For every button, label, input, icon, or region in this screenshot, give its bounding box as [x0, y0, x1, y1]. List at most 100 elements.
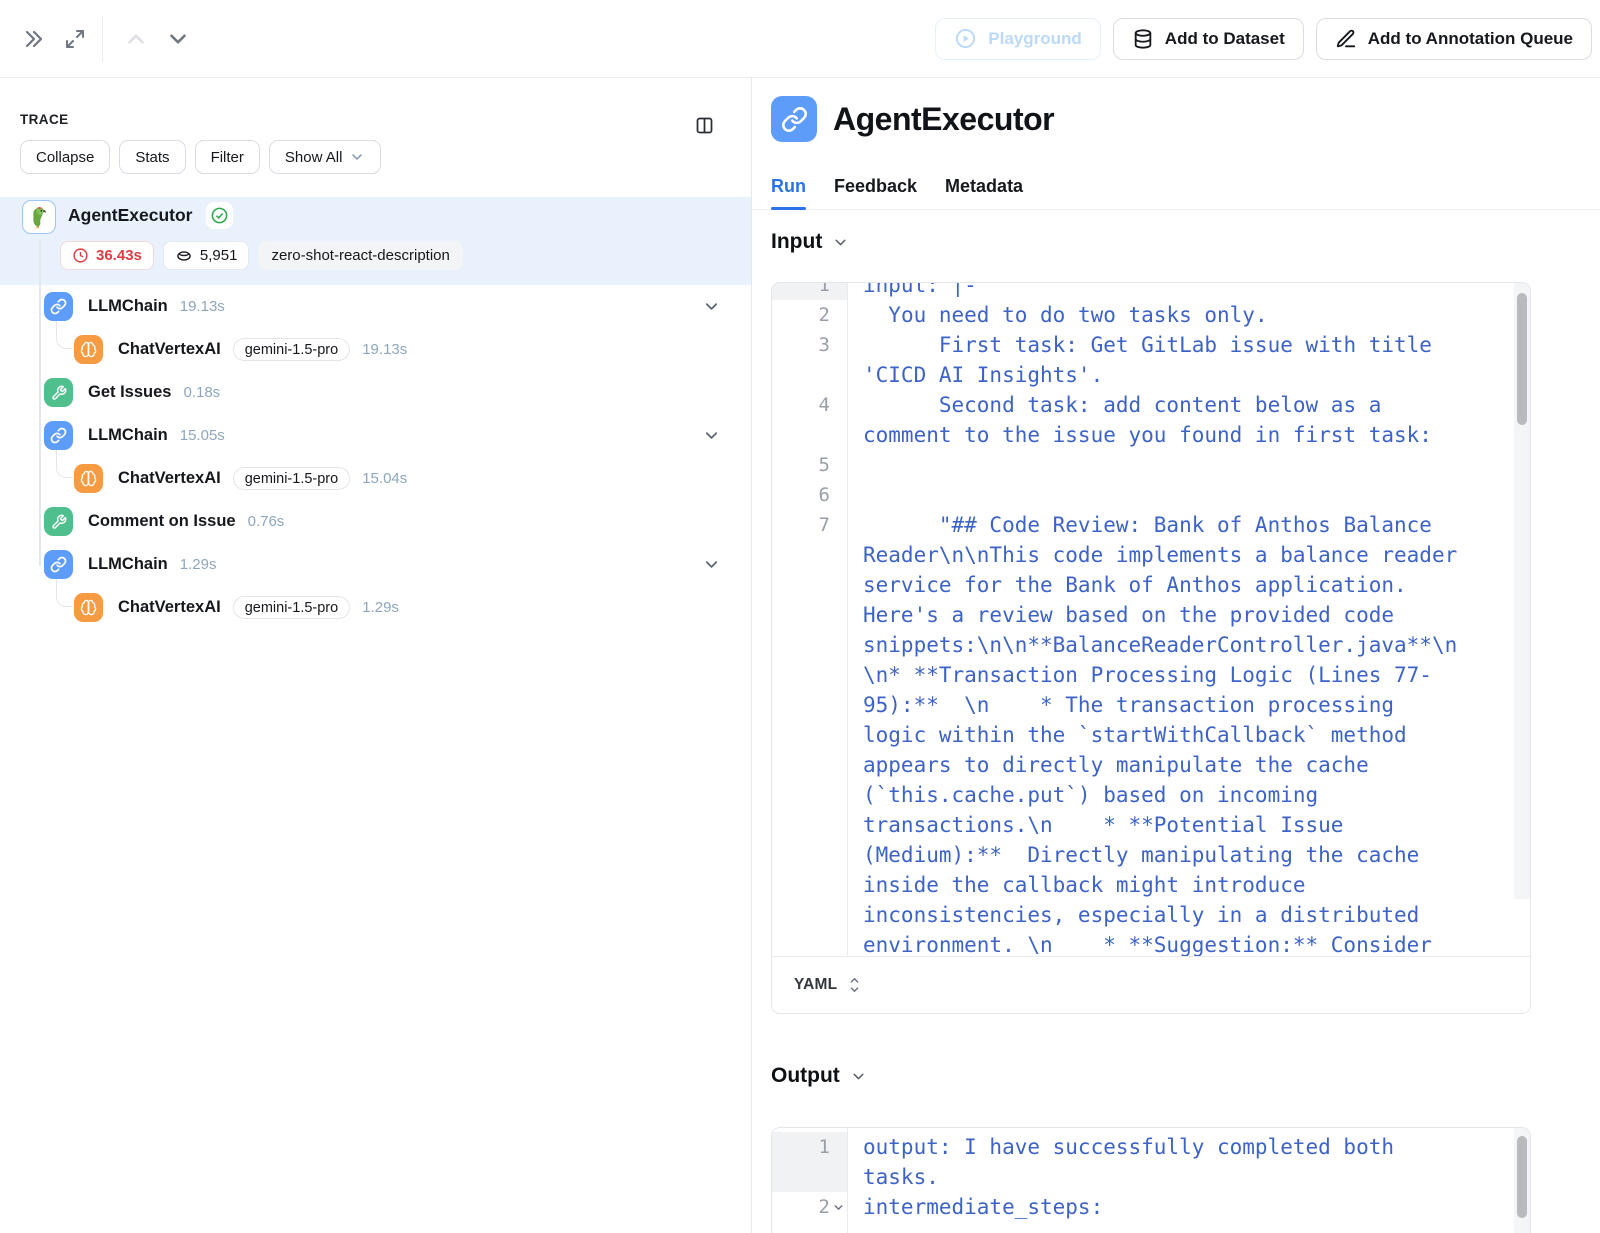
- line-number: 4: [772, 390, 847, 450]
- trace-row-comment-on-issue[interactable]: Comment on Issue 0.76s: [0, 500, 751, 543]
- run-name: ChatVertexAI: [118, 340, 221, 359]
- toolbar-left-group: [12, 16, 199, 62]
- run-duration: 0.76s: [248, 513, 285, 530]
- expand-fullscreen-icon[interactable]: [54, 18, 96, 60]
- previous-run-chevron-up-icon[interactable]: [115, 18, 157, 60]
- format-selector-footer: YAML: [772, 956, 1530, 1013]
- scrollbar-track[interactable]: [1514, 1128, 1530, 1233]
- trace-row-get-issues[interactable]: Get Issues 0.18s: [0, 371, 751, 414]
- playground-button[interactable]: Playground: [935, 18, 1101, 60]
- format-selector-value[interactable]: YAML: [794, 976, 837, 994]
- run-name: LLMChain: [88, 555, 168, 574]
- filter-button[interactable]: Filter: [195, 140, 260, 174]
- run-name: LLMChain: [88, 297, 168, 316]
- code-text: You need to do two tasks only.: [847, 300, 1514, 330]
- run-name: Get Issues: [88, 383, 171, 402]
- toolbar-right-group: Playground Add to Dataset Add to Annotat…: [935, 18, 1592, 60]
- line-number: 2: [772, 300, 847, 330]
- trace-panel-title: TRACE: [20, 112, 69, 127]
- line-number: 2: [772, 1192, 847, 1222]
- chain-link-icon: [44, 292, 73, 321]
- trace-row-chatvertexai-1[interactable]: ChatVertexAI gemini-1.5-pro 19.13s: [0, 328, 751, 371]
- success-check-icon: [206, 202, 233, 229]
- run-name: LLMChain: [88, 426, 168, 445]
- run-duration: 15.04s: [362, 470, 407, 487]
- scrollbar-track[interactable]: [1514, 283, 1530, 899]
- brain-icon: [74, 464, 103, 493]
- input-code-area[interactable]: 1 input: |- 2 You need to do two tasks o…: [772, 283, 1530, 956]
- run-name: ChatVertexAI: [118, 598, 221, 617]
- collapse-button[interactable]: Collapse: [20, 140, 110, 174]
- parrot-icon: [22, 200, 56, 234]
- show-all-dropdown[interactable]: Show All: [269, 140, 382, 174]
- show-all-label: Show All: [285, 149, 343, 166]
- next-run-chevron-down-icon[interactable]: [157, 18, 199, 60]
- trace-row-agentexecutor[interactable]: AgentExecutor 36.43s: [0, 197, 751, 285]
- code-text: intermediate_steps:: [847, 1192, 1514, 1222]
- trace-panel: TRACE Collapse Stats Filter Show All: [0, 78, 752, 1233]
- run-header: AgentExecutor: [771, 96, 1054, 142]
- run-duration: 15.05s: [180, 427, 225, 444]
- play-icon: [954, 27, 977, 50]
- collapse-sidebar-icon[interactable]: [12, 18, 54, 60]
- chain-link-icon: [44, 550, 73, 579]
- wrench-icon: [44, 507, 73, 536]
- root-run-name: AgentExecutor: [68, 205, 192, 226]
- fold-chevron-icon[interactable]: [832, 1201, 845, 1214]
- line-number: 1: [772, 1132, 847, 1192]
- trace-row-llmchain-2[interactable]: LLMChain 15.05s: [0, 414, 751, 457]
- chevron-down-icon[interactable]: [702, 297, 721, 316]
- code-line: 5: [772, 450, 1514, 480]
- tab-feedback[interactable]: Feedback: [834, 164, 917, 209]
- line-number: 7: [772, 510, 847, 956]
- run-detail-panel: AgentExecutor Run Feedback Metadata Inpu…: [752, 78, 1600, 1233]
- code-line: 1 output: I have successfully completed …: [772, 1132, 1514, 1192]
- wrench-icon: [44, 378, 73, 407]
- input-section-title: Input: [771, 230, 822, 254]
- tab-run[interactable]: Run: [771, 164, 806, 209]
- run-tabs: Run Feedback Metadata: [752, 164, 1600, 210]
- input-section-header[interactable]: Input: [771, 230, 849, 254]
- run-duration: 19.13s: [180, 298, 225, 315]
- add-to-annotation-queue-button[interactable]: Add to Annotation Queue: [1316, 18, 1592, 60]
- brain-icon: [74, 593, 103, 622]
- duration-badge: 36.43s: [60, 241, 154, 270]
- code-line: 2 You need to do two tasks only.: [772, 300, 1514, 330]
- code-text: "## Code Review: Bank of Anthos Balance …: [847, 510, 1514, 956]
- root-run-badges: 36.43s 5,951 zero-shot-react-description: [60, 241, 463, 270]
- code-line: 6: [772, 480, 1514, 510]
- code-line: 4 Second task: add content below as a co…: [772, 390, 1514, 450]
- run-duration: 19.13s: [362, 341, 407, 358]
- scrollbar-thumb[interactable]: [1517, 293, 1527, 425]
- agent-type-tag: zero-shot-react-description: [258, 241, 462, 270]
- line-number: 1: [772, 283, 847, 300]
- chevron-up-down-icon[interactable]: [847, 976, 862, 994]
- main-split: TRACE Collapse Stats Filter Show All: [0, 78, 1600, 1233]
- add-to-annotation-queue-label: Add to Annotation Queue: [1368, 29, 1573, 49]
- chevron-down-icon[interactable]: [702, 555, 721, 574]
- trace-row-llmchain-3[interactable]: LLMChain 1.29s: [0, 543, 751, 586]
- trace-row-llmchain-1[interactable]: LLMChain 19.13s: [0, 285, 751, 328]
- output-section-header[interactable]: Output: [771, 1064, 867, 1088]
- code-text: input: |-: [847, 283, 1514, 300]
- add-to-dataset-button[interactable]: Add to Dataset: [1113, 18, 1304, 60]
- chevron-down-icon[interactable]: [702, 426, 721, 445]
- stats-button[interactable]: Stats: [119, 140, 185, 174]
- output-code-area[interactable]: 1 output: I have successfully completed …: [772, 1128, 1530, 1233]
- split-panel-icon[interactable]: [683, 104, 725, 146]
- code-line: 3 First task: Get GitLab issue with titl…: [772, 330, 1514, 390]
- pen-icon: [1335, 28, 1357, 50]
- trace-row-chatvertexai-2[interactable]: ChatVertexAI gemini-1.5-pro 15.04s: [0, 457, 751, 500]
- run-name: Comment on Issue: [88, 512, 236, 531]
- code-line: 2 intermediate_steps:: [772, 1192, 1514, 1222]
- scrollbar-thumb[interactable]: [1517, 1136, 1527, 1218]
- trace-row-chatvertexai-3[interactable]: ChatVertexAI gemini-1.5-pro 1.29s: [0, 586, 751, 629]
- run-name: ChatVertexAI: [118, 469, 221, 488]
- tab-metadata[interactable]: Metadata: [945, 164, 1023, 209]
- toolbar-divider: [102, 16, 103, 62]
- model-pill: gemini-1.5-pro: [233, 596, 351, 619]
- brain-icon: [74, 335, 103, 364]
- model-pill: gemini-1.5-pro: [233, 467, 351, 490]
- output-code-viewer: 1 output: I have successfully completed …: [771, 1127, 1531, 1233]
- top-toolbar: Playground Add to Dataset Add to Annotat…: [0, 0, 1600, 78]
